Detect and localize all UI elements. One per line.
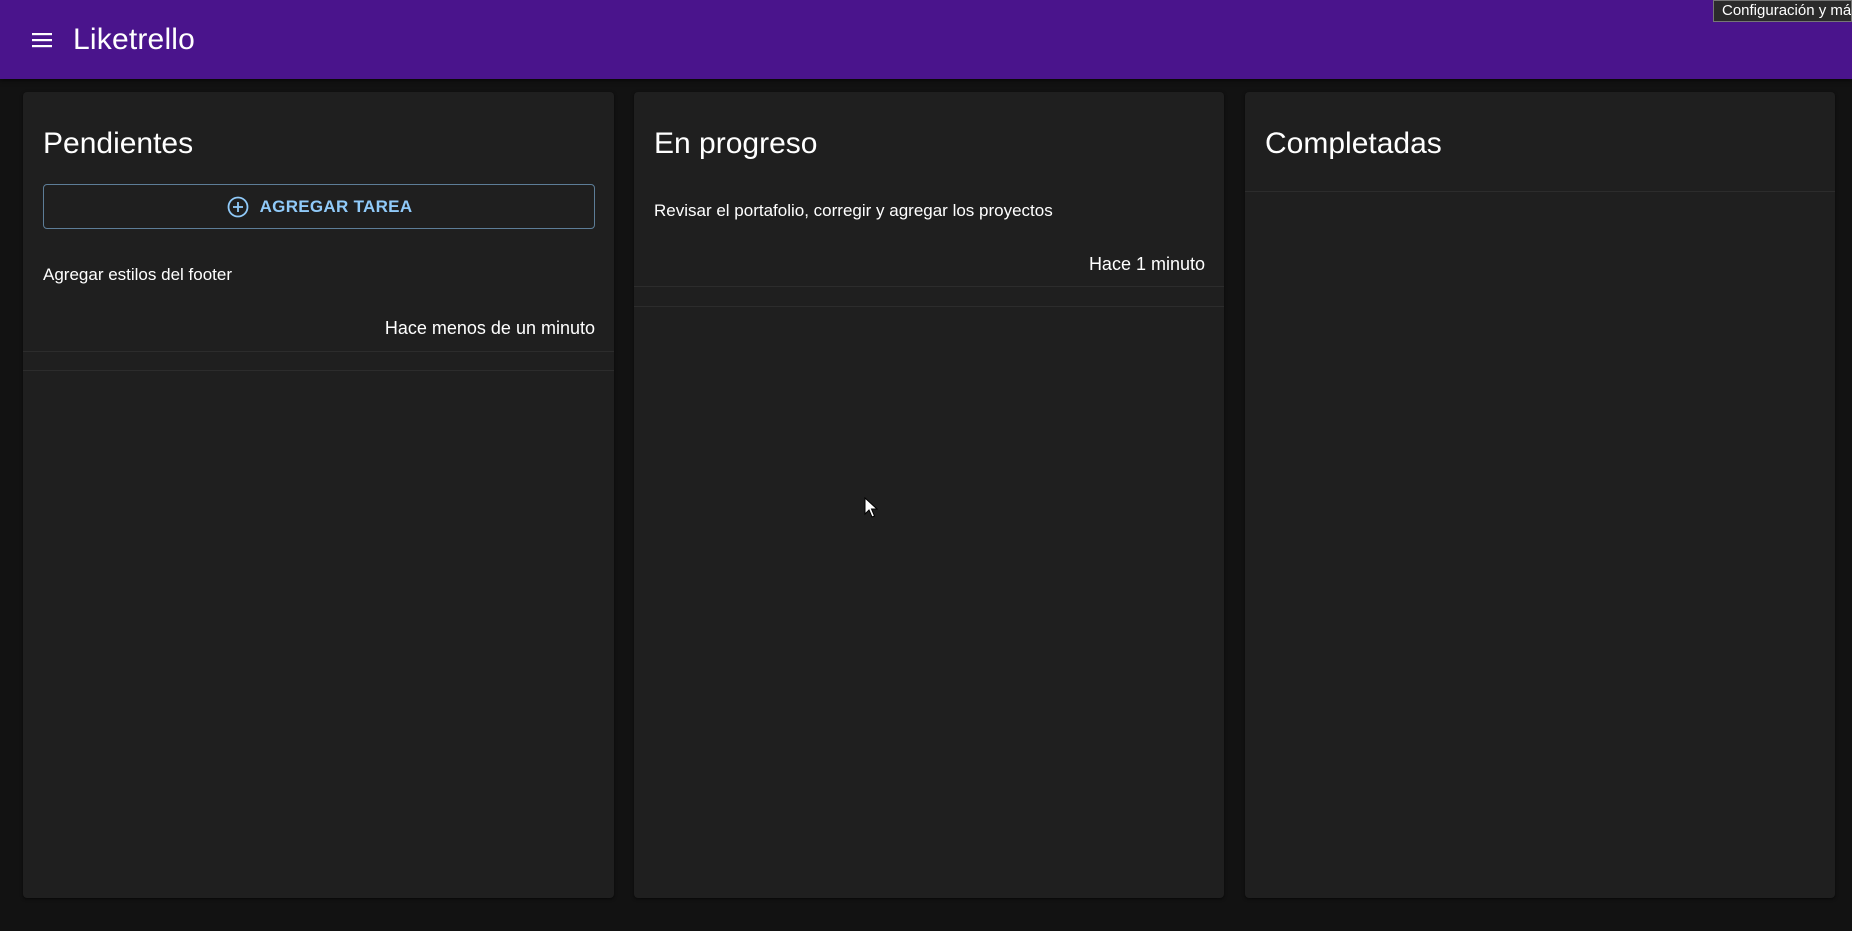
column-pendientes: Pendientes AGREGAR TAREA Agregar estilos… [23, 92, 614, 898]
divider [634, 286, 1224, 287]
app-bar: Liketrello [0, 0, 1852, 79]
column-completadas: Completadas [1245, 92, 1835, 898]
task-text: Agregar estilos del footer [43, 265, 232, 284]
column-title: Pendientes [43, 127, 194, 160]
column-en-progreso: En progreso Revisar el portafolio, corre… [634, 92, 1224, 898]
add-circle-icon [226, 195, 250, 219]
menu-button[interactable] [28, 26, 56, 54]
app-title: Liketrello [73, 22, 196, 56]
column-title: En progreso [654, 127, 818, 160]
divider [23, 351, 614, 352]
menu-icon [32, 32, 52, 47]
add-task-label: AGREGAR TAREA [259, 196, 413, 216]
column-title: Completadas [1265, 127, 1442, 160]
add-task-button[interactable]: AGREGAR TAREA [43, 184, 595, 229]
divider [23, 370, 614, 371]
board: Pendientes AGREGAR TAREA Agregar estilos… [0, 79, 1852, 931]
divider [634, 306, 1224, 307]
task-text: Revisar el portafolio, corregir y agrega… [654, 201, 1053, 220]
mouse-cursor-icon [864, 497, 878, 518]
tooltip: Configuración y más [1713, 0, 1852, 22]
task-time: Hace 1 minuto [1088, 254, 1205, 274]
divider [1245, 191, 1835, 192]
task-time: Hace menos de un minuto [384, 318, 595, 338]
